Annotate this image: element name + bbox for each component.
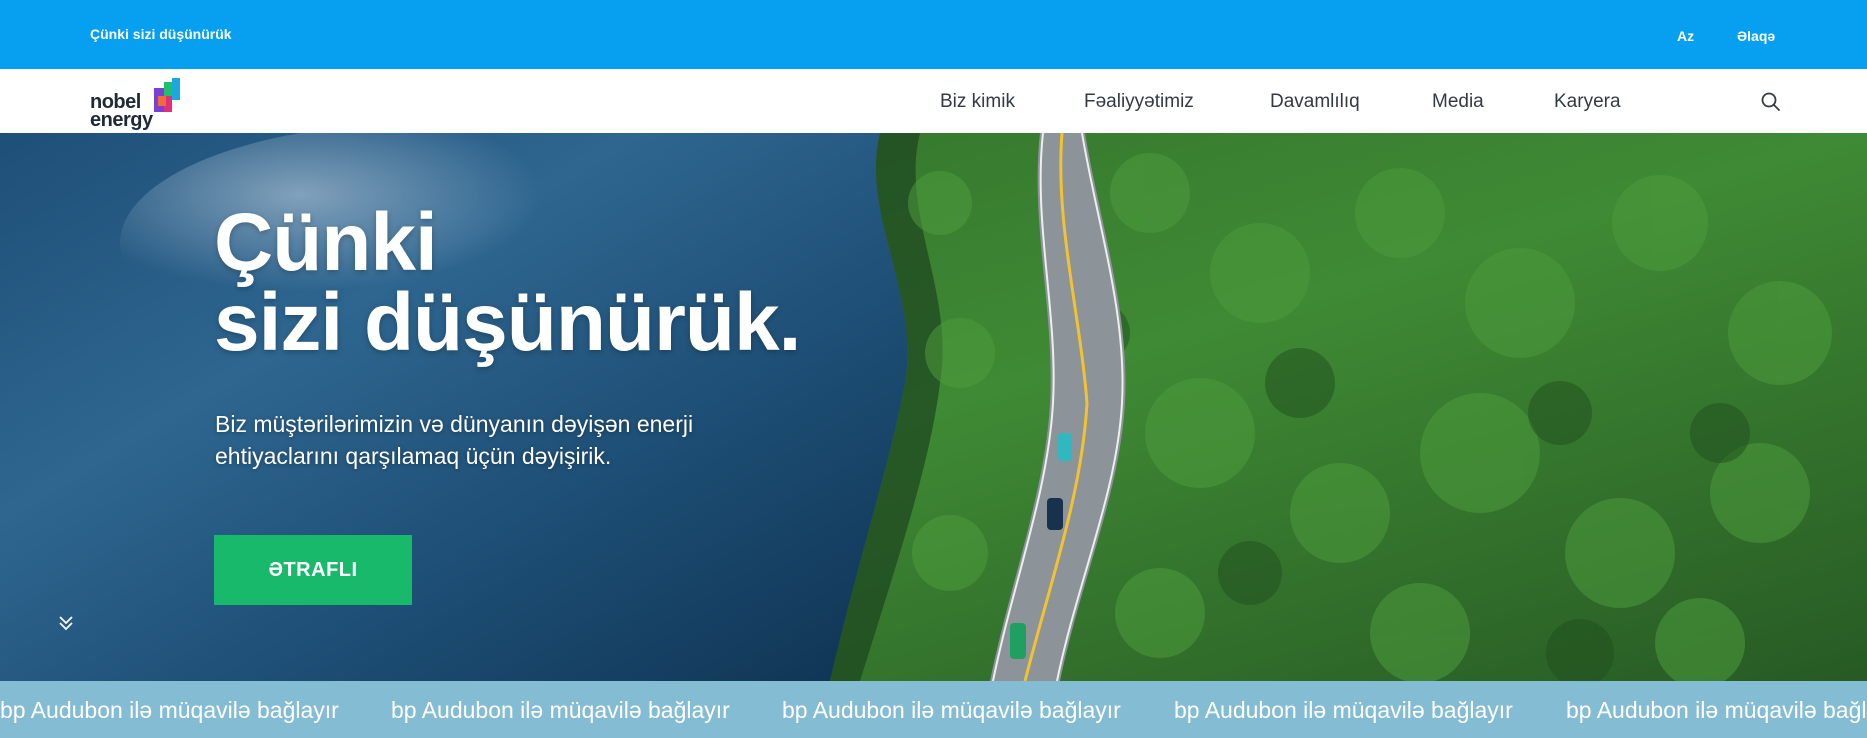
nobel-energy-logo[interactable]: nobel energy <box>90 74 200 132</box>
ticker-item[interactable]: bp Audubon ilə müqavilə bağlayır <box>391 697 730 724</box>
ticker-item[interactable]: bp Audubon ilə müqavilə bağlayır <box>1566 697 1867 724</box>
top-bar: Çünki sizi düşünürük Az Əlaqə <box>0 0 1867 69</box>
search-icon[interactable] <box>1760 91 1782 113</box>
learn-more-button[interactable]: ƏTRAFLI <box>214 535 412 605</box>
nav-item-karyera[interactable]: Karyera <box>1554 91 1621 113</box>
logo-word-energy: energy <box>90 109 153 131</box>
main-navigation: nobel energy Biz kimik Fəaliyyətimiz Dav… <box>0 69 1867 133</box>
news-ticker: bp Audubon ilə müqavilə bağlayır bp Audu… <box>0 681 1867 738</box>
hero-banner: Çünki sizi düşünürük. Biz müştərilərimiz… <box>0 133 1867 681</box>
nav-item-biz-kimik[interactable]: Biz kimik <box>940 91 1015 113</box>
nav-item-fealiyyetimiz[interactable]: Fəaliyyətimiz <box>1084 91 1194 113</box>
hero-title: Çünki sizi düşünürük. <box>214 197 801 368</box>
nav-item-davamliliq[interactable]: Davamlılıq <box>1270 91 1360 113</box>
contact-link[interactable]: Əlaqə <box>1737 28 1775 44</box>
ticker-item[interactable]: bp Audubon ilə müqavilə bağlayır <box>782 697 1121 724</box>
nav-item-media[interactable]: Media <box>1432 91 1484 113</box>
hero-title-line-1: Çünki <box>214 197 438 288</box>
hero-subtitle: Biz müştərilərimizin və dünyanın dəyişən… <box>215 411 694 469</box>
ticker-item[interactable]: bp Audubon ilə müqavilə bağlayır <box>0 697 339 724</box>
hero-title-line-2: sizi düşünürük. <box>214 277 801 368</box>
logo-mark-icon <box>154 78 180 112</box>
language-selector[interactable]: Az <box>1677 28 1694 44</box>
top-tagline: Çünki sizi düşünürük <box>90 26 232 42</box>
ticker-item[interactable]: bp Audubon ilə müqavilə bağlayır <box>1174 697 1513 724</box>
double-chevron-down-icon[interactable] <box>56 613 76 633</box>
